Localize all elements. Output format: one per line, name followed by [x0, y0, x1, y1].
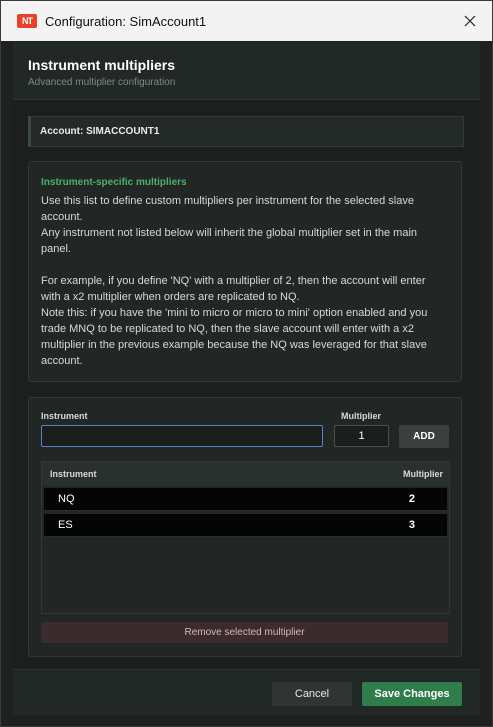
multiplier-table: Instrument Multiplier NQ 2 ES 3	[41, 461, 450, 614]
table-row[interactable]: NQ 2	[44, 488, 447, 511]
close-icon	[464, 15, 476, 27]
dialog-content: Account: SIMACCOUNT1 Instrument-specific…	[13, 99, 480, 670]
multiplier-label: Multiplier	[341, 411, 381, 421]
row-multiplier: 2	[408, 493, 415, 505]
row-instrument: NQ	[58, 493, 75, 505]
column-header-instrument: Instrument	[50, 469, 97, 479]
account-label: Account: SIMACCOUNT1	[40, 126, 160, 137]
table-row[interactable]: ES 3	[44, 514, 447, 537]
info-paragraph: For example, if you define 'NQ' with a m…	[41, 275, 426, 303]
dialog-footer: Cancel Save Changes	[13, 669, 480, 715]
instrument-input[interactable]	[41, 425, 323, 447]
cancel-button[interactable]: Cancel	[272, 682, 352, 706]
row-instrument: ES	[58, 519, 73, 531]
remove-multiplier-button[interactable]: Remove selected multiplier	[41, 622, 448, 643]
multiplier-input[interactable]: 1	[334, 425, 389, 447]
column-header-multiplier: Multiplier	[403, 469, 443, 479]
info-paragraph: Note this: if you have the 'mini to micr…	[41, 307, 428, 367]
row-multiplier: 3	[408, 519, 415, 531]
save-changes-button[interactable]: Save Changes	[362, 682, 462, 706]
title-bar: NT Configuration: SimAccount1	[1, 1, 492, 41]
close-button[interactable]	[458, 9, 482, 33]
window-title: Configuration: SimAccount1	[45, 13, 207, 29]
app-logo-icon: NT	[17, 14, 37, 28]
info-title: Instrument-specific multipliers	[41, 177, 187, 188]
dialog-subtitle: Advanced multiplier configuration	[28, 77, 176, 88]
info-box: Instrument-specific multipliers Use this…	[28, 161, 462, 382]
dialog-header: Instrument multipliers Advanced multipli…	[13, 42, 480, 99]
multiplier-panel: Instrument Multiplier 1 ADD Instrument M…	[28, 397, 462, 657]
account-banner: Account: SIMACCOUNT1	[28, 116, 464, 147]
info-body: Use this list to define custom multiplie…	[41, 193, 441, 369]
info-paragraph: Any instrument not listed below will inh…	[41, 227, 418, 255]
dialog-title: Instrument multipliers	[28, 57, 176, 73]
instrument-label: Instrument	[41, 411, 88, 421]
add-button[interactable]: ADD	[399, 425, 449, 448]
configuration-window: NT Configuration: SimAccount1 Instrument…	[0, 0, 493, 727]
table-header: Instrument Multiplier	[42, 462, 449, 486]
info-paragraph: Use this list to define custom multiplie…	[41, 195, 414, 223]
